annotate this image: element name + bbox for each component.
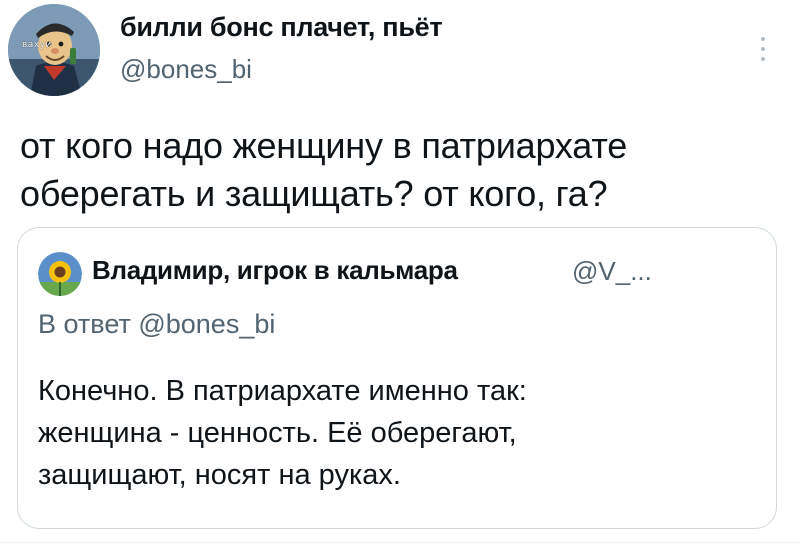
author-avatar[interactable]: вахуи	[8, 4, 100, 96]
tweet-text-line: от кого надо женщину в патриархате	[20, 125, 628, 166]
author-display-name[interactable]: билли бонс плачет, пьёт	[120, 12, 443, 43]
quoted-author-handle[interactable]: @V_...	[572, 256, 652, 287]
more-vertical-icon[interactable]	[756, 34, 770, 64]
avatar-caption: вахуи	[22, 40, 52, 50]
reply-prefix: В ответ	[38, 309, 131, 339]
quoted-author-display-name[interactable]: Владимир, игрок в кальмара	[92, 255, 458, 286]
tweet-text-line: оберегать и защищать? от кого, га?	[20, 173, 608, 214]
quoted-text-line: женщина - ценность. Её оберегают,	[38, 417, 517, 449]
reply-handle-link[interactable]: @bones_bi	[138, 309, 275, 339]
sunflower-avatar-icon[interactable]	[38, 252, 82, 296]
author-handle[interactable]: @bones_bi	[120, 54, 252, 85]
quoted-reply-context: В ответ @bones_bi	[38, 309, 275, 340]
quoted-tweet-text: Конечно. В патриархате именно так: женщи…	[38, 370, 758, 496]
tweet-text: от кого надо женщину в патриархате обере…	[20, 122, 780, 218]
avatar-cartoon-sailor-icon	[8, 4, 100, 96]
quoted-text-line: Конечно. В патриархате именно так:	[38, 375, 527, 407]
quoted-text-line: защищают, носят на руках.	[38, 459, 401, 491]
bottom-divider	[0, 542, 800, 543]
tweet: вахуи билли бонс плачет, пьёт @bones_bi …	[0, 0, 800, 547]
